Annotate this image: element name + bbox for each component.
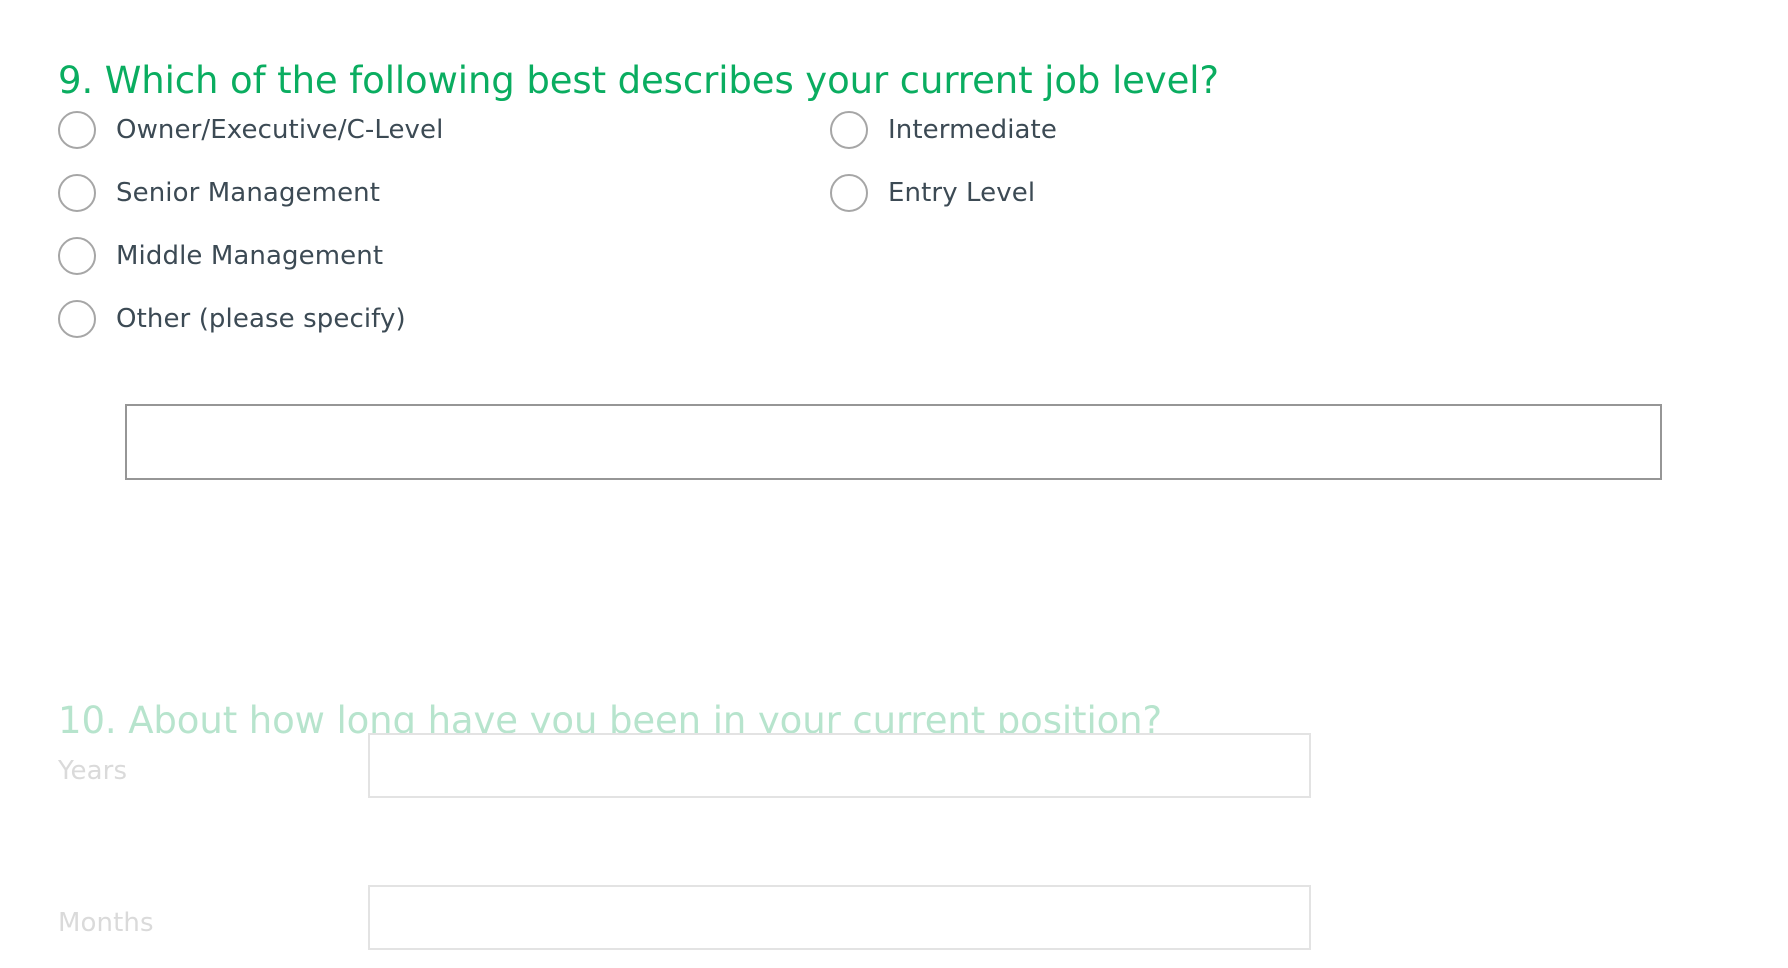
radio-icon[interactable]: [58, 110, 96, 149]
option-column-left: Owner/Executive/C-Level Senior Managemen…: [58, 98, 758, 350]
radio-option-label: Owner/Executive/C-Level: [116, 114, 444, 145]
radio-icon[interactable]: [58, 173, 96, 212]
radio-option-middle-management[interactable]: Middle Management: [58, 224, 758, 287]
option-column-right: Intermediate Entry Level: [830, 98, 1530, 224]
radio-option-label: Other (please specify): [116, 303, 406, 334]
months-label: Months: [58, 908, 154, 938]
radio-option-other-please-specify[interactable]: Other (please specify): [58, 287, 758, 350]
survey-page: 9. Which of the following best describes…: [0, 0, 1788, 968]
radio-icon[interactable]: [830, 110, 868, 149]
radio-option-label: Middle Management: [116, 240, 384, 271]
radio-option-label: Entry Level: [888, 177, 1036, 208]
radio-icon[interactable]: [58, 236, 96, 275]
radio-icon[interactable]: [830, 173, 868, 212]
radio-icon[interactable]: [58, 299, 96, 338]
radio-option-label: Senior Management: [116, 177, 381, 208]
years-input[interactable]: [368, 733, 1311, 798]
radio-option-senior-management[interactable]: Senior Management: [58, 161, 758, 224]
radio-option-label: Intermediate: [888, 114, 1057, 145]
other-specify-input[interactable]: [125, 404, 1662, 480]
radio-option-intermediate[interactable]: Intermediate: [830, 98, 1530, 161]
years-label: Years: [58, 756, 128, 786]
radio-option-entry-level[interactable]: Entry Level: [830, 161, 1530, 224]
radio-option-owner-executive-c-level[interactable]: Owner/Executive/C-Level: [58, 98, 758, 161]
months-input[interactable]: [368, 885, 1311, 950]
